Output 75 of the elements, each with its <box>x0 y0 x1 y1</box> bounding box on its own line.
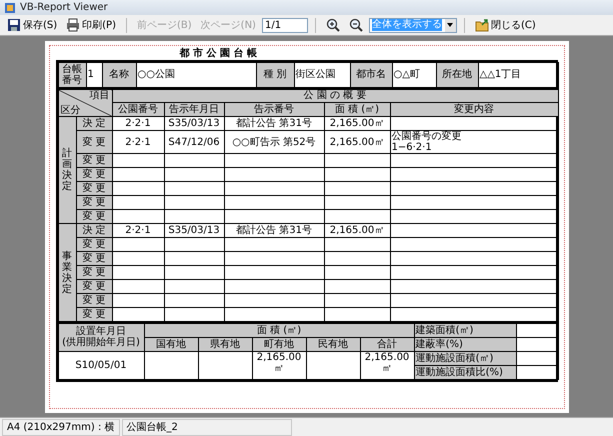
table-cell: 2·2·1 <box>112 130 164 154</box>
row-label: 変 更 <box>76 154 112 168</box>
field-value: 1 <box>86 62 102 87</box>
column-header: 告示番号 <box>224 102 324 116</box>
status-text: A4 (210x297mm) : 横 <box>2 418 120 436</box>
field-label: 運動施設面積(㎡) <box>414 351 516 365</box>
table-cell: 公園番号の変更 1−6·2·1 <box>390 130 558 154</box>
printer-icon <box>66 18 80 32</box>
table-cell: S47/12/06 <box>164 130 224 154</box>
save-icon <box>7 18 21 32</box>
group-label: 事業決定 <box>62 250 72 294</box>
zoom-out-icon <box>348 18 363 32</box>
page-field[interactable]: 1/1 <box>262 18 308 32</box>
column-header: 告示年月日 <box>164 102 224 116</box>
row-label: 変 更 <box>76 238 112 252</box>
field-label: 種 別 <box>256 62 294 87</box>
column-header: 変更内容 <box>390 102 558 116</box>
column-header: 民有地 <box>306 337 360 351</box>
table-cell: 2,165.00㎡ <box>252 351 306 379</box>
table-cell: 2,165.00㎡ <box>360 351 414 379</box>
field-label: 都市名 <box>350 62 392 87</box>
table-cell: S10/05/01 <box>58 351 144 379</box>
field-label: 設置年月日 (供用開始年月日) <box>58 323 144 351</box>
row-label: 変 更 <box>76 308 112 322</box>
group-label: 計画決定 <box>62 148 72 192</box>
row-label: 決 定 <box>76 116 112 130</box>
folder-icon <box>474 18 489 32</box>
close-button[interactable]: 閉じる(C) <box>472 17 539 33</box>
field-label: 建築面積(㎡) <box>414 323 516 337</box>
table-cell: 2,165.00㎡ <box>324 116 390 130</box>
section-header: 面 積 (㎡) <box>144 323 414 337</box>
column-header: 項目 <box>90 90 110 100</box>
row-label: 変 更 <box>76 210 112 224</box>
window-title: VB-Report Viewer <box>20 2 108 13</box>
column-header: 公園番号 <box>112 102 164 116</box>
table-cell: S35/03/13 <box>164 224 224 238</box>
column-header: 国有地 <box>144 337 198 351</box>
save-button[interactable]: 保存(S) <box>4 17 60 33</box>
field-label: 建蔽率(%) <box>414 337 516 351</box>
column-header: 合計 <box>360 337 414 351</box>
field-value: 街区公園 <box>294 62 350 87</box>
field-value: △△1丁目 <box>478 62 558 87</box>
field-label: 所在地 <box>436 62 478 87</box>
column-header: 面 積 (㎡) <box>324 102 390 116</box>
field-label: 名称 <box>102 62 136 87</box>
table-cell: 2,165.00㎡ <box>324 224 390 238</box>
caret-icon <box>446 22 454 28</box>
field-label: 運動施設面積比(%) <box>414 365 516 379</box>
row-label: 変 更 <box>76 294 112 308</box>
column-header: 県有地 <box>198 337 252 351</box>
row-label: 変 更 <box>76 266 112 280</box>
table-cell: S35/03/13 <box>164 116 224 130</box>
print-button[interactable]: 印刷(P) <box>63 17 119 33</box>
row-label: 変 更 <box>76 182 112 196</box>
table-cell: 2·2·1 <box>112 116 164 130</box>
field-value: ○△町 <box>392 62 436 87</box>
table-cell: 2,165.00㎡ <box>324 130 390 154</box>
app-icon <box>4 2 16 14</box>
section-header: 公 園 の 概 要 <box>112 88 558 102</box>
row-label: 変 更 <box>76 168 112 182</box>
row-label: 変 更 <box>76 252 112 266</box>
column-header: 町有地 <box>252 337 306 351</box>
row-header: 区分 <box>60 105 80 116</box>
zoom-in-icon <box>326 18 340 32</box>
row-label: 変 更 <box>76 130 112 154</box>
table-cell: 都計公告 第31号 <box>224 116 324 130</box>
report-title: 都 市 公 園 台 帳 <box>180 48 258 60</box>
table-cell: 都計公告 第31号 <box>224 224 324 238</box>
table-cell: ○○町告示 第52号 <box>224 130 324 154</box>
row-label: 決 定 <box>76 224 112 238</box>
field-value: ○○公園 <box>136 62 256 87</box>
table-cell: 2·2·1 <box>112 224 164 238</box>
field-label: 台帳番号 <box>58 62 86 87</box>
row-label: 変 更 <box>76 196 112 210</box>
row-label: 変 更 <box>76 280 112 294</box>
